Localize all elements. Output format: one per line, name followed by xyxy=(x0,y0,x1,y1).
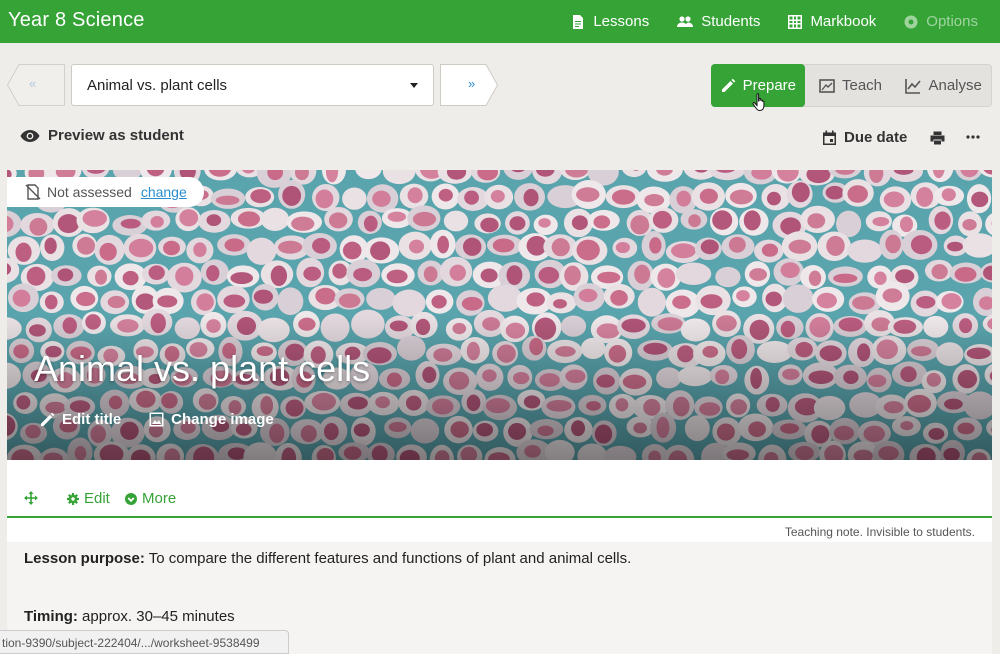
mode-analyse-label: Analyse xyxy=(928,77,982,94)
preview-label: Preview as student xyxy=(48,127,184,144)
lesson-select[interactable]: Animal vs. plant cells xyxy=(71,64,434,106)
more-options-button[interactable]: More xyxy=(125,490,176,507)
lesson-purpose-text: To compare the different features and fu… xyxy=(144,550,632,567)
edit-title-label: Edit title xyxy=(62,411,122,428)
presentation-icon xyxy=(819,78,835,93)
next-lesson-button[interactable]: » xyxy=(440,64,498,106)
gear-icon xyxy=(67,492,79,505)
more-options-label: More xyxy=(142,490,177,507)
previous-lesson-button[interactable]: « xyxy=(7,64,65,106)
people-icon xyxy=(677,15,694,27)
nav-options[interactable]: Options xyxy=(904,13,978,30)
prev-arrow-label: « xyxy=(29,76,37,91)
teaching-note-caption: Teaching note. Invisible to students. xyxy=(784,525,975,539)
nav-options-label: Options xyxy=(926,13,978,30)
mode-prepare-label: Prepare xyxy=(742,77,797,94)
lesson-purpose-label: Lesson purpose: xyxy=(24,550,145,567)
nav-markbook[interactable]: Markbook xyxy=(788,13,876,30)
mode-analyse-button[interactable]: Analyse xyxy=(896,65,991,106)
assessment-status-pill: Not assessed change xyxy=(7,177,204,207)
preview-as-student-button[interactable]: Preview as student xyxy=(20,127,184,144)
chevron-circle-icon xyxy=(125,492,137,505)
nav-lessons[interactable]: Lessons xyxy=(571,13,649,30)
top-nav-bar: Year 8 Science Lessons Students Markbook… xyxy=(0,0,1000,43)
next-arrow-label: » xyxy=(468,76,476,91)
change-image-button[interactable]: Change image xyxy=(149,411,274,428)
lesson-select-value: Animal vs. plant cells xyxy=(87,77,228,94)
change-assessment-link[interactable]: change xyxy=(141,184,187,200)
nav-lessons-label: Lessons xyxy=(593,13,650,30)
eye-icon xyxy=(20,129,40,142)
calendar-icon xyxy=(823,130,836,145)
mode-teach-label: Teach xyxy=(841,77,883,94)
assessment-status-text: Not assessed xyxy=(47,184,132,200)
chevron-down-icon xyxy=(410,83,418,88)
edit-block-label: Edit xyxy=(84,490,110,507)
pencil-icon xyxy=(40,412,55,427)
no-assessment-icon xyxy=(25,184,41,200)
ellipsis-icon[interactable] xyxy=(966,135,980,139)
image-icon xyxy=(149,412,164,427)
move-arrows-icon[interactable] xyxy=(24,491,38,505)
lesson-timing-text: approx. 30–45 minutes xyxy=(77,608,235,625)
nav-markbook-label: Markbook xyxy=(810,13,877,30)
hero-actions: Edit title Change image xyxy=(40,411,274,428)
due-date-label: Due date xyxy=(844,129,908,146)
due-date-button[interactable]: Due date xyxy=(822,129,907,146)
lesson-purpose: Lesson purpose: To compare the different… xyxy=(24,550,631,567)
hand-cursor-icon xyxy=(752,93,765,111)
printer-icon[interactable] xyxy=(930,131,945,145)
app-title[interactable]: Year 8 Science xyxy=(8,9,145,32)
nav-students[interactable]: Students xyxy=(677,13,760,30)
change-image-label: Change image xyxy=(171,411,274,428)
nav-students-label: Students xyxy=(701,13,761,30)
lesson-hero-banner: Not assessed change Animal vs. plant cel… xyxy=(7,170,992,460)
lesson-title: Animal vs. plant cells xyxy=(34,348,371,389)
pencil-icon xyxy=(721,78,735,92)
edit-title-button[interactable]: Edit title xyxy=(40,411,121,428)
mode-teach-button[interactable]: Teach xyxy=(805,65,897,106)
lesson-timing: Timing: approx. 30–45 minutes xyxy=(24,608,235,625)
document-icon xyxy=(573,14,584,29)
gear-icon xyxy=(904,15,918,28)
edit-block-button[interactable]: Edit xyxy=(67,490,110,507)
main-nav: Lessons Students Markbook Options xyxy=(571,0,978,43)
line-chart-icon xyxy=(905,78,922,94)
lesson-timing-label: Timing: xyxy=(24,608,78,625)
card-toolbar: Edit More xyxy=(7,460,992,518)
status-bar-url: tion-9390/subject-222404/.../worksheet-9… xyxy=(0,630,289,654)
lesson-content-card: Edit More Teaching note. Invisible to st… xyxy=(7,460,992,654)
grid-icon xyxy=(788,14,803,29)
